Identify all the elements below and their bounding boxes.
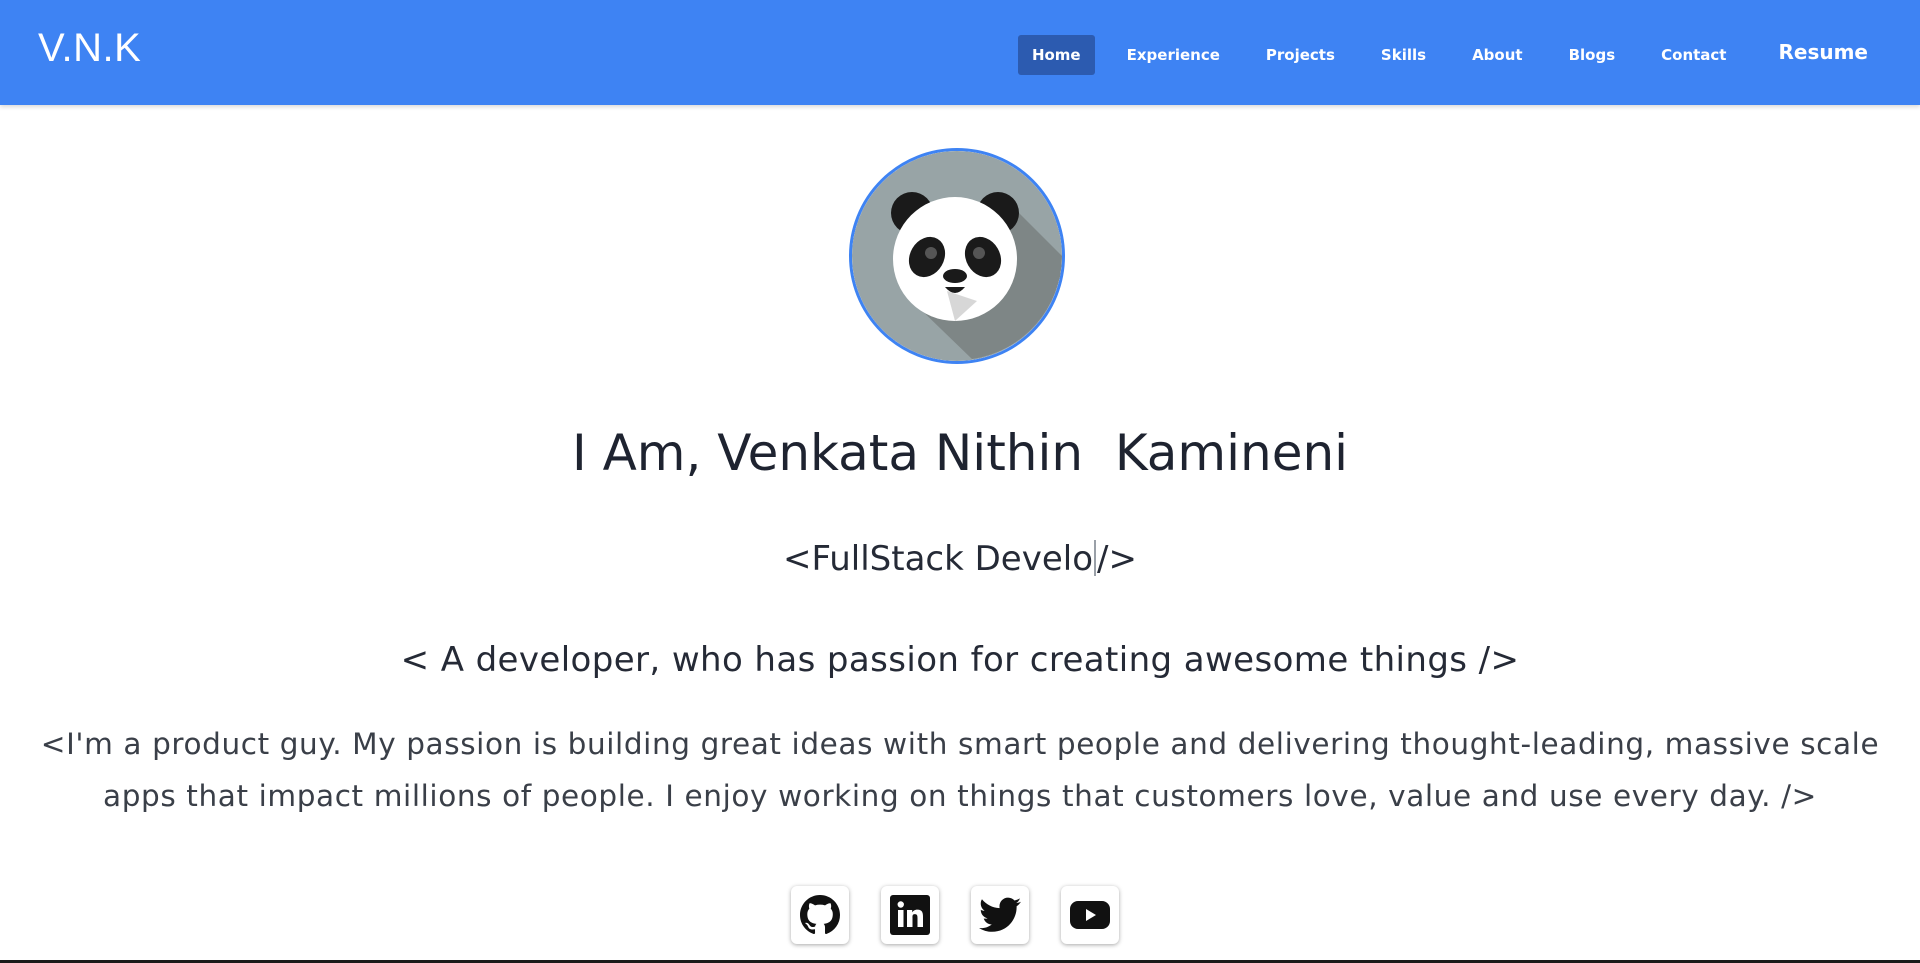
youtube-button[interactable] — [1061, 886, 1119, 944]
navbar: V.N.K Home Experience Projects Skills Ab… — [0, 0, 1920, 105]
nav-item-blogs[interactable]: Blogs — [1555, 35, 1630, 75]
panda-avatar-icon — [852, 151, 1062, 361]
nav-item-projects[interactable]: Projects — [1252, 35, 1349, 75]
nav-item-skills[interactable]: Skills — [1367, 35, 1440, 75]
resume-link[interactable]: Resume — [1764, 32, 1882, 72]
github-button[interactable] — [791, 886, 849, 944]
profile-avatar — [849, 148, 1065, 364]
nav-item-home[interactable]: Home — [1017, 35, 1095, 75]
youtube-icon — [1070, 901, 1110, 929]
hero-bio: <I'm a product guy. My passion is buildi… — [40, 727, 1880, 813]
linkedin-button[interactable] — [881, 886, 939, 944]
twitter-icon — [979, 897, 1021, 932]
hero-name: I Am, Venkata Nithin Kamineni — [571, 424, 1349, 482]
hero-tagline: < A developer, who has passion for creat… — [400, 640, 1520, 680]
github-icon — [800, 895, 840, 935]
role-text: <FullStack Develo — [783, 539, 1093, 579]
brand-logo[interactable]: V.N.K — [38, 28, 141, 68]
main-nav: Home Experience Projects Skills About Bl… — [1000, 34, 1882, 76]
nav-item-contact[interactable]: Contact — [1647, 35, 1740, 75]
linkedin-icon — [890, 895, 930, 935]
twitter-button[interactable] — [971, 886, 1029, 944]
nav-item-about[interactable]: About — [1458, 35, 1537, 75]
nav-item-experience[interactable]: Experience — [1113, 35, 1234, 75]
social-links — [791, 886, 1151, 944]
role-closing: /> — [1097, 539, 1137, 579]
hero-role: <FullStack Develo/> — [0, 540, 1920, 576]
typing-cursor — [1094, 540, 1096, 576]
